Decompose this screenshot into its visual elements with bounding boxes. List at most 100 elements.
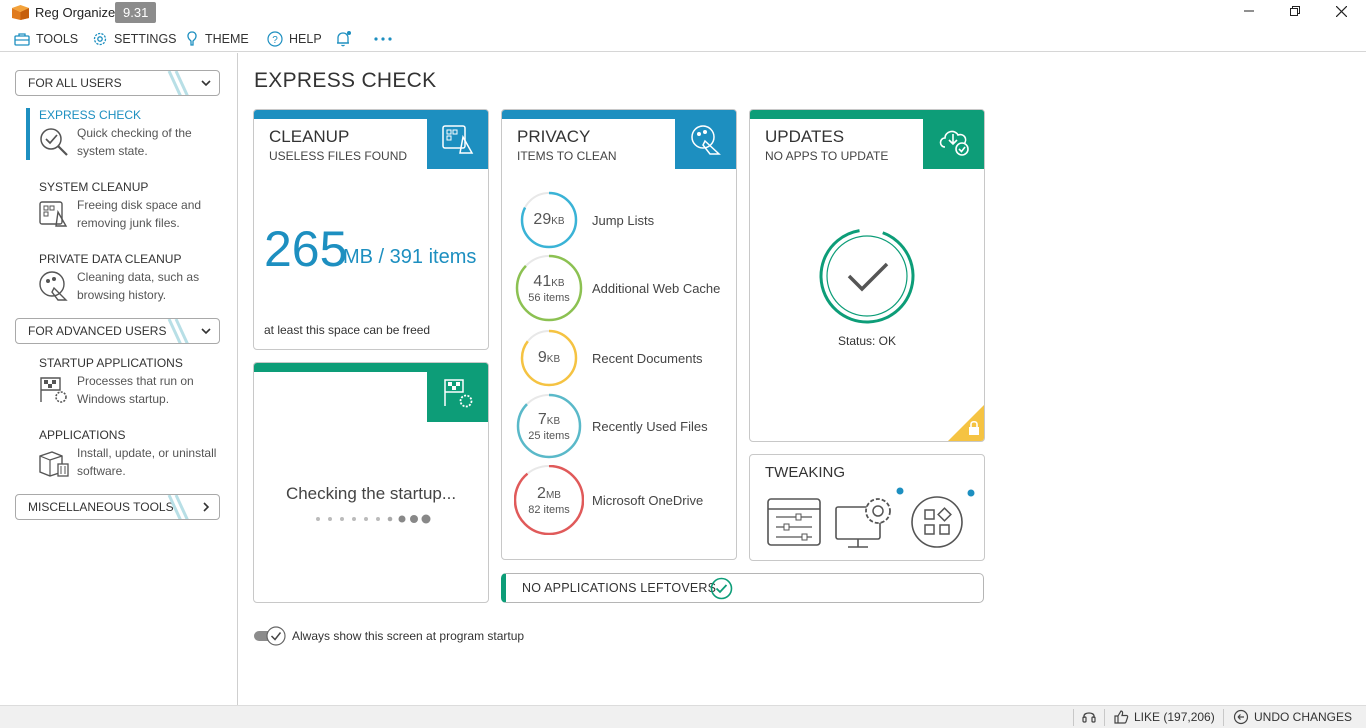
menu-help[interactable]: ? HELP <box>267 29 322 49</box>
privacy-card[interactable]: PRIVACY ITEMS TO CLEAN 29KB Jump Lists 4… <box>501 109 737 560</box>
magnifier-check-icon <box>40 128 68 156</box>
cleanup-size-rest: MB / 391 items <box>343 246 477 268</box>
updates-corner <box>923 110 984 169</box>
privacy-size: 2MB <box>537 485 561 502</box>
loading-dots-icon <box>316 514 431 524</box>
leftovers-bar[interactable]: NO APPLICATIONS LEFTOVERS <box>501 573 984 603</box>
group-miscellaneous-tools-label: MISCELLANEOUS TOOLS <box>28 500 174 514</box>
thumbs-up-icon <box>1114 710 1129 724</box>
like-button[interactable]: LIKE (197,206) <box>1113 706 1215 728</box>
help-icon: ? <box>267 31 283 47</box>
restore-icon <box>1290 6 1300 16</box>
undo-changes-button[interactable]: UNDO CHANGES <box>1233 706 1352 728</box>
privacy-broom-icon <box>690 124 721 155</box>
support-button[interactable] <box>1081 706 1102 728</box>
nav-system-cleanup-title: SYSTEM CLEANUP <box>39 180 149 194</box>
status-separator <box>1223 709 1224 726</box>
cleanup-corner <box>427 110 488 169</box>
toolbox-icon <box>14 33 30 46</box>
lock-corner-icon <box>948 405 984 441</box>
check-circle-icon <box>710 577 733 600</box>
like-label: LIKE (197,206) <box>1134 710 1215 724</box>
status-separator <box>1073 709 1074 726</box>
group-for-advanced-users-label: FOR ADVANCED USERS <box>28 324 167 338</box>
app-logo-icon <box>12 5 29 20</box>
cleanup-size-value: 265 <box>264 221 348 277</box>
group-for-all-users[interactable]: FOR ALL USERS <box>15 70 220 96</box>
startup-corner <box>427 363 488 422</box>
version-badge: 9.31 <box>115 2 157 23</box>
close-icon <box>1335 5 1347 17</box>
menu-settings[interactable]: SETTINGS <box>92 29 177 49</box>
chevron-down-icon <box>201 80 211 87</box>
tweaking-card[interactable]: TWEAKING <box>749 454 985 561</box>
menu-tools[interactable]: TOOLS <box>14 29 78 49</box>
updates-status: Status: OK <box>837 334 897 348</box>
notifications-button[interactable] <box>334 29 358 49</box>
paint-brush-icon <box>187 31 197 46</box>
nav-private-data-cleanup-desc: Cleaning data, such as browsing history. <box>77 270 200 302</box>
privacy-item-additional-web-cache[interactable]: 41KB 56 items Additional Web Cache <box>514 253 736 323</box>
privacy-item-recently-used-files[interactable]: 7KB 25 items Recently Used Files <box>514 391 736 461</box>
computer-gear-icon[interactable] <box>834 493 896 551</box>
menu-theme[interactable]: THEME <box>185 29 249 49</box>
group-miscellaneous-tools[interactable]: MISCELLANEOUS TOOLS <box>15 494 220 520</box>
privacy-size: 41KB <box>533 273 565 290</box>
privacy-size: 29KB <box>533 211 565 228</box>
show-at-startup-toggle[interactable]: Always show this screen at program start… <box>253 626 524 646</box>
flag-gear-icon <box>40 377 67 403</box>
stripes-decoration <box>167 319 189 343</box>
privacy-broom-icon <box>39 271 68 301</box>
sidebar: FOR ALL USERS EXPRESS CHECK Quick checki… <box>0 53 238 705</box>
startup-card[interactable]: Checking the startup... <box>253 362 489 603</box>
nav-express-check[interactable]: EXPRESS CHECK Quick checking of the syst… <box>26 108 226 164</box>
more-button[interactable] <box>374 29 398 49</box>
privacy-label: Recently Used Files <box>592 419 708 434</box>
privacy-label: Jump Lists <box>592 213 655 228</box>
new-badge-dot-icon <box>967 489 975 497</box>
privacy-corner <box>675 110 736 169</box>
undo-icon <box>1233 709 1249 725</box>
stripes-decoration <box>167 71 189 95</box>
nav-startup-applications[interactable]: STARTUP APPLICATIONS Processes that run … <box>26 356 226 412</box>
privacy-count: 82 items <box>528 504 570 516</box>
settings-window-icon[interactable] <box>766 497 822 547</box>
title-bar: Reg Organizer 9.31 <box>0 0 1366 26</box>
chevron-right-icon <box>203 502 210 512</box>
cleanup-subtitle: USELESS FILES FOUND <box>269 149 408 163</box>
updates-subtitle: NO APPS TO UPDATE <box>765 149 889 163</box>
tweaking-title: TWEAKING <box>765 464 846 481</box>
chevron-down-icon <box>201 328 211 335</box>
updates-title: UPDATES <box>765 127 845 146</box>
privacy-item-recent-documents[interactable]: 9KB Recent Documents <box>514 323 736 393</box>
group-for-advanced-users[interactable]: FOR ADVANCED USERS <box>15 318 220 344</box>
cleanup-card[interactable]: CLEANUP USELESS FILES FOUND 265 MB / 391… <box>253 109 489 350</box>
nav-applications-desc: Install, update, or uninstall software. <box>77 446 217 478</box>
menu-theme-label: THEME <box>205 32 249 46</box>
nav-private-data-cleanup-title: PRIVATE DATA CLEANUP <box>39 252 182 266</box>
minimize-button[interactable] <box>1226 0 1272 22</box>
nav-express-check-title: EXPRESS CHECK <box>39 108 142 122</box>
nav-applications[interactable]: APPLICATIONS Install, update, or uninsta… <box>26 428 226 484</box>
nav-express-check-desc: Quick checking of the system state. <box>77 126 192 158</box>
group-for-all-users-label: FOR ALL USERS <box>28 76 122 90</box>
menu-bar: TOOLS SETTINGS THEME ? HELP <box>0 26 1366 52</box>
status-bar: LIKE (197,206) UNDO CHANGES <box>0 705 1366 728</box>
toggle-switch-icon[interactable] <box>253 626 287 646</box>
privacy-size: 7KB <box>537 411 561 428</box>
disk-broom-icon <box>39 201 68 227</box>
apps-grid-icon[interactable] <box>910 495 964 549</box>
privacy-label: Recent Documents <box>592 351 703 366</box>
nav-system-cleanup[interactable]: SYSTEM CLEANUP Freeing disk space and re… <box>26 180 226 236</box>
nav-private-data-cleanup[interactable]: PRIVATE DATA CLEANUP Cleaning data, such… <box>26 252 226 308</box>
status-check-ring-icon <box>819 228 915 324</box>
close-button[interactable] <box>1318 0 1364 22</box>
updates-card[interactable]: UPDATES NO APPS TO UPDATE Status: OK <box>749 109 985 442</box>
box-trash-icon <box>39 451 69 477</box>
show-at-startup-label: Always show this screen at program start… <box>292 629 525 643</box>
cleanup-title: CLEANUP <box>269 127 350 146</box>
nav-system-cleanup-desc: Freeing disk space and removing junk fil… <box>77 198 202 230</box>
privacy-item-microsoft-onedrive[interactable]: 2MB 82 items Microsoft OneDrive <box>514 465 736 535</box>
restore-button[interactable] <box>1272 0 1318 22</box>
privacy-item-jump-lists[interactable]: 29KB Jump Lists <box>514 185 736 255</box>
